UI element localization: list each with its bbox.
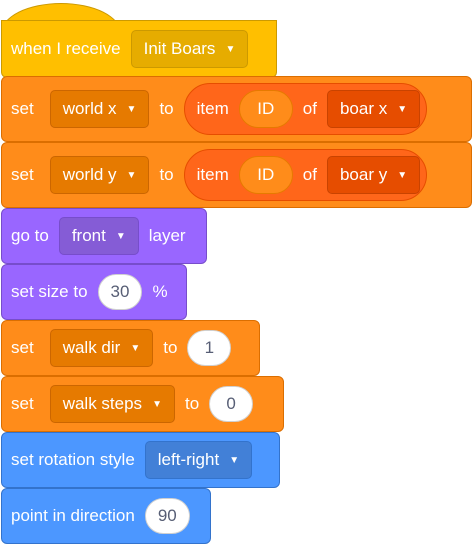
when-i-receive-block[interactable]: when I receive Init Boars ▼ <box>1 20 277 78</box>
layer-dropdown-value: front <box>71 226 106 245</box>
item-of-list-reporter[interactable]: item ID of boar y ▼ <box>183 149 428 201</box>
go-to-layer-block[interactable]: go to front ▼ layer <box>1 208 207 264</box>
variable-dropdown-value: world x <box>62 99 117 118</box>
list-dropdown-value: boar x <box>339 99 388 118</box>
percent-label: % <box>152 282 168 301</box>
variable-dropdown-world-y[interactable]: world y ▼ <box>49 156 150 194</box>
set-label: set <box>11 394 34 413</box>
dropdown-arrow-icon: ▼ <box>229 454 240 466</box>
to-label: to <box>159 165 174 184</box>
dropdown-arrow-icon: ▼ <box>115 230 126 242</box>
variable-dropdown-value: world y <box>62 165 117 184</box>
dropdown-arrow-icon: ▼ <box>397 103 408 115</box>
of-label: of <box>302 99 317 118</box>
walk-dir-input[interactable]: 1 <box>187 330 232 366</box>
list-dropdown-boar-x[interactable]: boar x ▼ <box>326 90 421 128</box>
set-label: set <box>11 338 34 357</box>
set-size-label: set size to <box>11 282 88 301</box>
direction-input[interactable]: 90 <box>144 498 190 534</box>
to-label: to <box>163 338 178 357</box>
id-variable-reporter[interactable]: ID <box>238 156 293 194</box>
set-label: set <box>11 99 34 118</box>
dropdown-arrow-icon: ▼ <box>397 169 408 181</box>
item-of-list-reporter[interactable]: item ID of boar x ▼ <box>183 83 428 135</box>
of-label: of <box>302 165 317 184</box>
dropdown-arrow-icon: ▼ <box>126 169 137 181</box>
script-stack: when I receive Init Boars ▼ set world x … <box>0 0 473 553</box>
variable-dropdown-value: walk steps <box>62 394 143 413</box>
dropdown-arrow-icon: ▼ <box>126 103 137 115</box>
id-variable-reporter[interactable]: ID <box>238 90 293 128</box>
dropdown-arrow-icon: ▼ <box>152 398 162 410</box>
point-in-direction-block[interactable]: point in direction 90 <box>1 488 211 544</box>
set-walk-dir-block[interactable]: set walk dir ▼ to 1 <box>1 320 260 376</box>
layer-label: layer <box>148 226 186 245</box>
rotation-style-dropdown-value: left-right <box>157 450 220 469</box>
layer-dropdown[interactable]: front ▼ <box>58 217 139 255</box>
set-rotation-style-block[interactable]: set rotation style left-right ▼ <box>1 432 280 488</box>
to-label: to <box>184 394 200 413</box>
dropdown-arrow-icon: ▼ <box>225 43 236 55</box>
to-label: to <box>159 99 174 118</box>
set-walk-steps-block[interactable]: set walk steps ▼ to 0 <box>1 376 284 432</box>
list-dropdown-value: boar y <box>339 165 388 184</box>
item-label: item <box>196 165 229 184</box>
set-world-y-block[interactable]: set world y ▼ to item ID of boar y ▼ <box>1 142 472 208</box>
when-i-receive-label: when I receive <box>11 39 121 58</box>
message-dropdown-value: Init Boars <box>143 39 216 58</box>
variable-dropdown-world-x[interactable]: world x ▼ <box>49 90 150 128</box>
list-dropdown-boar-y[interactable]: boar y ▼ <box>326 156 421 194</box>
item-label: item <box>196 99 229 118</box>
walk-steps-input[interactable]: 0 <box>209 386 254 422</box>
set-size-block[interactable]: set size to 30 % <box>1 264 187 320</box>
point-in-direction-label: point in direction <box>11 506 135 525</box>
set-label: set <box>11 165 34 184</box>
message-dropdown[interactable]: Init Boars ▼ <box>130 30 249 68</box>
set-rotation-style-label: set rotation style <box>11 450 135 469</box>
variable-dropdown-value: walk dir <box>62 338 121 357</box>
variable-dropdown-walk-dir[interactable]: walk dir ▼ <box>49 329 154 367</box>
set-world-x-block[interactable]: set world x ▼ to item ID of boar x ▼ <box>1 76 472 142</box>
rotation-style-dropdown[interactable]: left-right ▼ <box>144 441 253 479</box>
dropdown-arrow-icon: ▼ <box>130 342 141 354</box>
go-to-label: go to <box>11 226 49 245</box>
size-input[interactable]: 30 <box>97 274 143 310</box>
variable-dropdown-walk-steps[interactable]: walk steps ▼ <box>49 385 175 423</box>
